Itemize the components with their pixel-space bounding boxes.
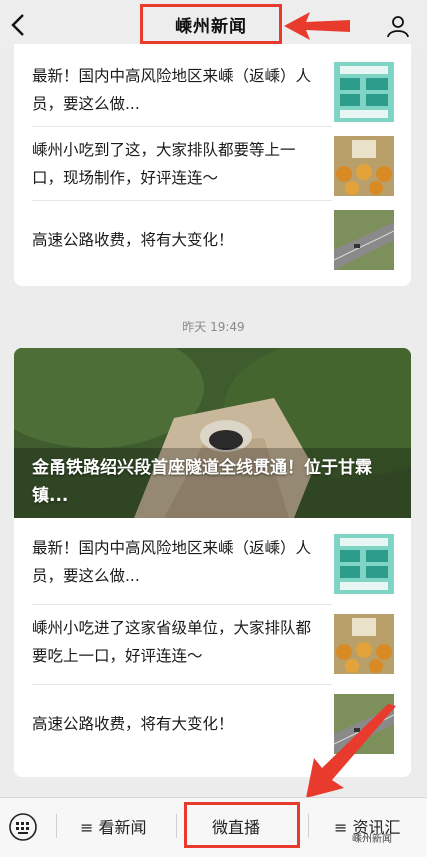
red-arrow-icon <box>306 704 396 798</box>
title-highlight-box: 嵊州新闻 <box>140 4 282 44</box>
article-thumbnail <box>334 210 394 270</box>
divider <box>176 814 177 838</box>
menu-tab-live[interactable]: 微直播 <box>212 814 260 838</box>
page-title: 嵊州新闻 <box>175 16 247 37</box>
article-title: 嵊州小吃到了这，大家排队都要等上一口，现场制作，好评连连～ <box>32 141 296 187</box>
article-thumbnail <box>334 614 394 674</box>
menu-tab-news[interactable]: ≡ 看新闻 <box>80 814 147 838</box>
divider <box>308 814 309 838</box>
article-item[interactable]: 嵊州小吃进了这家省级单位，大家排队都要吃上一口，好评连连～ <box>32 614 394 688</box>
article-item[interactable]: 嵊州小吃到了这，大家排队都要等上一口，现场制作，好评连连～ <box>32 136 394 210</box>
headline-article[interactable]: 金甬铁路绍兴段首座隧道全线贯通！位于甘霖镇... <box>14 348 411 518</box>
article-item[interactable]: 最新！国内中高风险地区来嵊（返嵊）人员，要这么做... <box>32 62 394 136</box>
divider <box>32 604 332 605</box>
article-thumbnail <box>334 136 394 196</box>
article-thumbnail <box>334 62 394 122</box>
article-title: 高速公路收费，将有大变化！ <box>32 231 234 249</box>
divider <box>32 684 332 685</box>
article-title: 嵊州小吃进了这家省级单位，大家排队都要吃上一口，好评连连～ <box>32 619 312 665</box>
bottom-menu: ≡ 看新闻 微直播 ≡ 资讯汇 <box>0 797 427 857</box>
watermark: 嵊州新闻 <box>352 834 392 845</box>
keyboard-icon[interactable] <box>8 812 38 842</box>
divider <box>32 126 332 127</box>
article-group-1: 最新！国内中高风险地区来嵊（返嵊）人员，要这么做... 嵊州小吃到了这，大家排队… <box>14 44 411 286</box>
article-thumbnail <box>334 534 394 594</box>
headline-title: 金甬铁路绍兴段首座隧道全线贯通！位于甘霖镇... <box>32 458 372 506</box>
divider <box>56 814 57 838</box>
article-title: 高速公路收费，将有大变化！ <box>32 715 234 733</box>
article-item[interactable]: 高速公路收费，将有大变化！ <box>32 210 394 284</box>
article-item[interactable]: 最新！国内中高风险地区来嵊（返嵊）人员，要这么做... <box>32 534 394 608</box>
divider <box>32 200 332 201</box>
timestamp: 昨天 19:49 <box>182 320 245 334</box>
article-title: 最新！国内中高风险地区来嵊（返嵊）人员，要这么做... <box>32 67 312 113</box>
chevron-left-icon[interactable] <box>8 12 30 38</box>
article-title: 最新！国内中高风险地区来嵊（返嵊）人员，要这么做... <box>32 539 312 585</box>
red-arrow-icon <box>284 12 350 40</box>
person-icon[interactable] <box>386 14 410 38</box>
